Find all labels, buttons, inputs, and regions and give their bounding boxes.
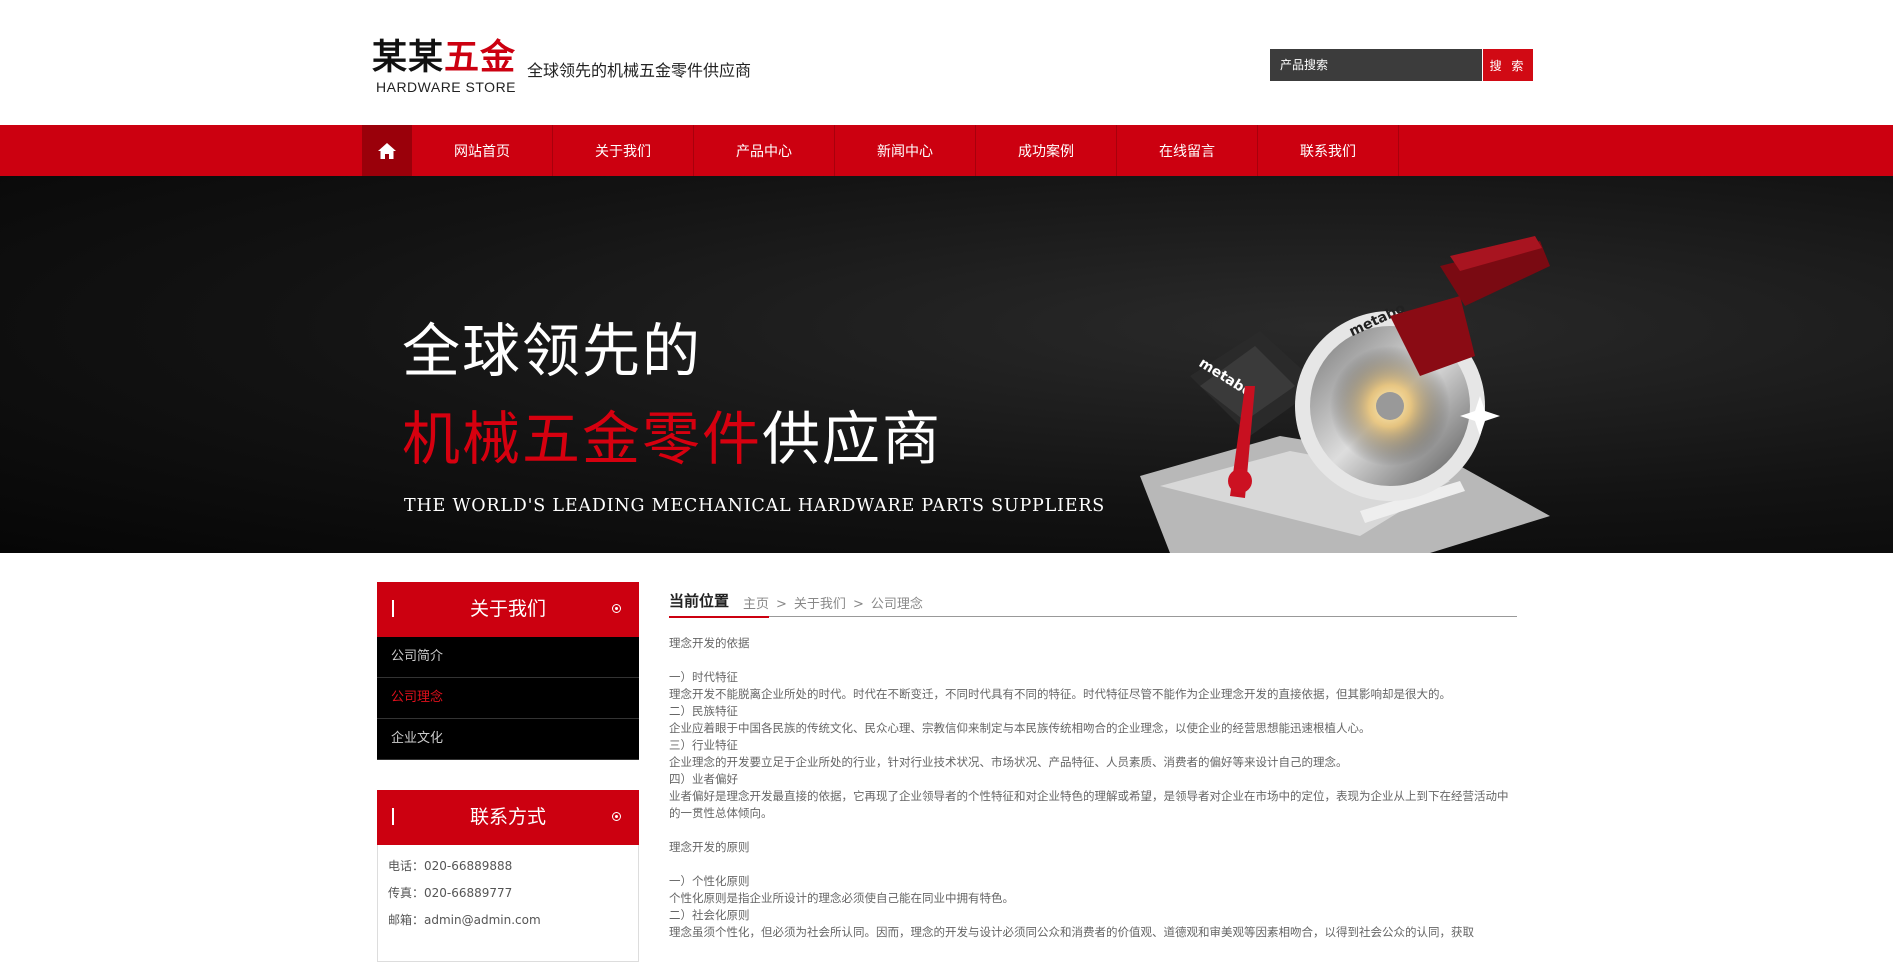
sidebar-item-corporate-culture[interactable]: 企业文化 (377, 719, 639, 760)
nav-home[interactable] (362, 125, 412, 176)
logo[interactable]: 某某五金 HARDWARE STORE (372, 38, 522, 98)
main-content: 当前位置 主页 > 关于我们 > 公司理念 理念开发的依据 一）时代特征理念开发不能脱离… (669, 590, 1517, 941)
sidebar: 关于我们 公司简介 公司理念 企业文化 联系方式 电话：020-66889888… (377, 582, 639, 962)
breadcrumb-about[interactable]: 关于我们 (794, 597, 846, 612)
article-paragraph: 企业应着眼于中国各民族的传统文化、民众心理、宗教信仰来制定与本民族传统相吻合的企… (669, 721, 1371, 735)
breadcrumb-current[interactable]: 公司理念 (871, 597, 923, 612)
article-paragraph: 三）行业特征 (669, 738, 738, 752)
nav-item-message[interactable]: 在线留言 (1117, 125, 1258, 176)
article-paragraph: 理念开发的依据 (669, 636, 750, 650)
article-body: 理念开发的依据 一）时代特征理念开发不能脱离企业所处的时代。时代在不断变迁，不同… (669, 635, 1517, 941)
logo-chinese: 某某五金 (372, 38, 522, 78)
sidebar-about-header: 关于我们 (377, 582, 639, 637)
main-nav: 网站首页 关于我们 产品中心 新闻中心 成功案例 在线留言 联系我们 (0, 125, 1893, 176)
sidebar-contact-header: 联系方式 (377, 790, 639, 845)
breadcrumb-home[interactable]: 主页 (743, 597, 769, 612)
sidebar-item-company-profile[interactable]: 公司简介 (377, 637, 639, 678)
breadcrumb-path: 主页 > 关于我们 > 公司理念 (743, 593, 923, 612)
nav-item-products[interactable]: 产品中心 (694, 125, 835, 176)
article-paragraph: 个性化原则是指企业所设计的理念必须使自己能在同业中拥有特色。 (669, 891, 1014, 905)
contact-email[interactable]: 邮箱：admin@admin.com (388, 907, 628, 934)
contact-fax: 传真：020-66889777 (388, 886, 513, 900)
breadcrumb-separator: > (776, 597, 787, 612)
circle-dot-icon (612, 812, 621, 821)
sidebar-contact: 联系方式 电话：020-66889888 传真：020-66889777 邮箱：… (377, 790, 639, 962)
banner-headline-white: 供应商 (762, 405, 943, 473)
miter-saw-image: metabo metabo (1140, 236, 1550, 553)
breadcrumb: 当前位置 主页 > 关于我们 > 公司理念 (669, 590, 1517, 618)
breadcrumb-separator: > (852, 597, 864, 612)
banner-headline-2: 机械五金零件供应商 (402, 404, 942, 474)
logo-text-black: 某某 (372, 37, 445, 78)
site-header: 某某五金 HARDWARE STORE 全球领先的机械五金零件供应商 搜 索 (0, 0, 1893, 125)
breadcrumb-underline (669, 616, 769, 618)
article-paragraph: 二）社会化原则 (669, 908, 750, 922)
search-input[interactable] (1270, 49, 1482, 81)
breadcrumb-label: 当前位置 (669, 592, 730, 610)
article-paragraph: 四）业者偏好 (669, 772, 738, 786)
article-paragraph: 一）个性化原则 (669, 874, 750, 888)
article-paragraph: 企业理念的开发要立足于企业所处的行业，针对行业技术状况、市场状况、产品特征、人员… (669, 755, 1348, 769)
search-bar: 搜 索 (1270, 49, 1533, 81)
contact-phone: 电话：020-66889888 (388, 859, 513, 873)
hero-banner: 全球领先的 机械五金零件供应商 THE WORLD'S LEADING MECH… (0, 176, 1893, 553)
article-paragraph (669, 822, 1517, 839)
nav-item-cases[interactable]: 成功案例 (976, 125, 1117, 176)
circle-dot-icon (612, 604, 621, 613)
home-icon (378, 142, 396, 159)
sidebar-about-title: 关于我们 (469, 598, 546, 620)
article-paragraph (669, 652, 1517, 669)
contact-info: 电话：020-66889888 传真：020-66889777 邮箱：admin… (377, 845, 639, 962)
header-slogan: 全球领先的机械五金零件供应商 (527, 61, 752, 80)
banner-subtitle: THE WORLD'S LEADING MECHANICAL HARDWARE … (404, 496, 1106, 516)
article-paragraph: 理念开发不能脱离企业所处的时代。时代在不断变迁，不同时代具有不同的特征。时代特征… (669, 687, 1451, 701)
article-paragraph: 理念虽须个性化，但必须为社会所认同。因而，理念的开发与设计必须同公众和消费者的价… (669, 925, 1474, 939)
banner-headline-1: 全球领先的 (402, 317, 703, 385)
nav-item-contact[interactable]: 联系我们 (1258, 125, 1399, 176)
banner-headline-red: 机械五金零件 (402, 405, 763, 473)
nav-item-home[interactable]: 网站首页 (412, 125, 553, 176)
article-paragraph: 二）民族特征 (669, 704, 738, 718)
logo-english: HARDWARE STORE (376, 79, 517, 95)
sidebar-item-company-philosophy[interactable]: 公司理念 (377, 678, 639, 719)
sidebar-contact-title: 联系方式 (469, 806, 546, 828)
sidebar-about-list: 公司简介 公司理念 企业文化 (377, 637, 639, 760)
article-paragraph: 一）时代特征 (669, 670, 738, 684)
nav-item-about[interactable]: 关于我们 (553, 125, 694, 176)
article-paragraph (669, 856, 1517, 873)
article-paragraph: 业者偏好是理念开发最直接的依据，它再现了企业领导者的个性特征和对企业特色的理解或… (669, 789, 1509, 820)
search-button[interactable]: 搜 索 (1483, 49, 1533, 81)
article-paragraph: 理念开发的原则 (669, 840, 750, 854)
logo-text-red: 五金 (444, 37, 517, 78)
nav-item-news[interactable]: 新闻中心 (835, 125, 976, 176)
